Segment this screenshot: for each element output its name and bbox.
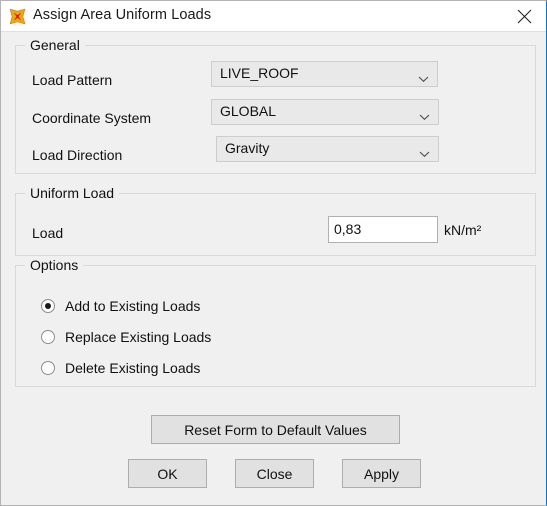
load-value-text: 0,83	[334, 221, 362, 237]
title-bar: Assign Area Uniform Loads	[1, 1, 546, 32]
radio-replace-existing-loads[interactable]: Replace Existing Loads	[41, 327, 211, 347]
general-group-title: General	[25, 37, 85, 53]
load-direction-dropdown[interactable]: Gravity	[216, 136, 439, 162]
load-unit-label: kN/m²	[444, 222, 482, 238]
app-logo-icon	[9, 8, 26, 25]
radio-add-to-existing-loads[interactable]: Add to Existing Loads	[41, 296, 200, 316]
assign-area-uniform-loads-dialog: Assign Area Uniform Loads General Load P…	[0, 0, 547, 506]
window-title: Assign Area Uniform Loads	[33, 7, 212, 23]
coordinate-system-value: GLOBAL	[220, 103, 277, 119]
ok-button[interactable]: OK	[128, 459, 207, 488]
chevron-down-icon	[419, 145, 430, 158]
uniform-load-group-title: Uniform Load	[25, 185, 120, 201]
radio-indicator-icon	[41, 299, 55, 313]
load-pattern-value: LIVE_ROOF	[220, 65, 299, 81]
radio-delete-existing-loads[interactable]: Delete Existing Loads	[41, 358, 200, 378]
close-button[interactable]: Close	[235, 459, 314, 488]
chevron-down-icon	[418, 70, 429, 83]
radio-delete-existing-loads-label: Delete Existing Loads	[65, 360, 201, 376]
load-direction-label: Load Direction	[32, 147, 123, 163]
close-window-button[interactable]	[502, 1, 546, 31]
load-value-input[interactable]: 0,83	[328, 216, 438, 243]
close-icon	[517, 9, 532, 24]
options-group-title: Options	[25, 257, 84, 273]
chevron-down-icon	[419, 108, 430, 121]
load-direction-value: Gravity	[225, 140, 270, 156]
coordinate-system-dropdown[interactable]: GLOBAL	[211, 99, 439, 125]
apply-button[interactable]: Apply	[342, 459, 421, 488]
radio-add-to-existing-loads-label: Add to Existing Loads	[65, 298, 201, 314]
load-label: Load	[32, 225, 64, 241]
radio-indicator-icon	[41, 361, 55, 375]
coordinate-system-label: Coordinate System	[32, 110, 152, 126]
load-pattern-label: Load Pattern	[32, 72, 113, 88]
radio-replace-existing-loads-label: Replace Existing Loads	[65, 329, 212, 345]
reset-form-button[interactable]: Reset Form to Default Values	[151, 415, 400, 444]
load-pattern-dropdown[interactable]: LIVE_ROOF	[211, 61, 438, 87]
radio-indicator-icon	[41, 330, 55, 344]
